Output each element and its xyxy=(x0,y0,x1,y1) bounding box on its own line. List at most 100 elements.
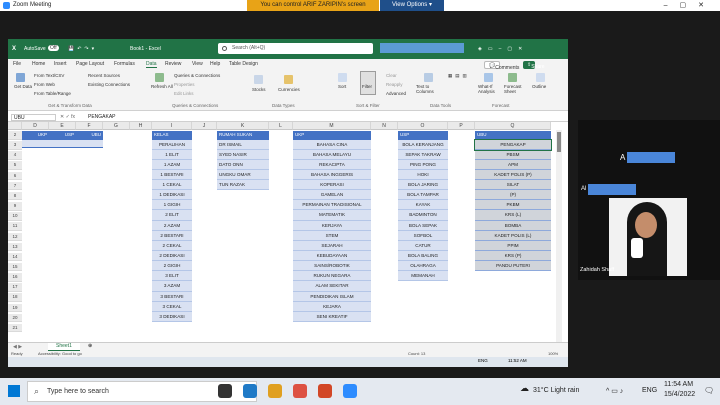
sheet-tab-sheet1[interactable]: Sheet1 xyxy=(48,343,80,351)
row-header[interactable]: 5 xyxy=(8,161,22,170)
table-cell[interactable]: PENDIDIKAN ISLAM xyxy=(293,291,371,302)
row-header[interactable]: 10 xyxy=(8,212,22,221)
table-cell[interactable]: 1 GIGIH xyxy=(152,200,192,211)
table-cell[interactable]: GAMELAN xyxy=(293,190,371,201)
participant-video[interactable] xyxy=(609,198,687,276)
currencies-button[interactable]: Currencies xyxy=(278,87,300,92)
table-cell[interactable]: SEJARAH xyxy=(293,240,371,252)
outline-button[interactable]: Outline xyxy=(532,84,546,89)
powerpoint-icon[interactable] xyxy=(318,384,332,398)
reapply-button[interactable]: Reapply xyxy=(386,82,403,87)
vertical-scrollbar[interactable] xyxy=(556,130,562,342)
small-tables-empty-row[interactable] xyxy=(22,139,103,148)
refresh-all-button[interactable]: Refresh All xyxy=(151,84,173,89)
sort-button[interactable]: Sort xyxy=(338,84,346,89)
row-header[interactable]: 7 xyxy=(8,181,22,191)
table-cell[interactable]: DATO ONN xyxy=(217,159,269,170)
edge-icon[interactable] xyxy=(243,384,257,398)
col-header[interactable]: H xyxy=(130,122,152,130)
col-header[interactable]: P xyxy=(448,122,475,130)
text-to-columns-button[interactable]: Text to Columns xyxy=(416,84,438,94)
table-cell[interactable]: KEBUDAYAAN xyxy=(293,251,371,262)
row-header[interactable]: 13 xyxy=(8,242,22,252)
forecast-sheet-button[interactable]: Forecast Sheet xyxy=(504,84,526,94)
table-cell[interactable]: KRS (P) xyxy=(475,251,551,262)
col-header[interactable]: N xyxy=(371,122,398,130)
table-cell[interactable]: OLAHRAGA xyxy=(398,261,448,272)
chrome-icon[interactable] xyxy=(293,384,307,398)
col-header[interactable]: L xyxy=(269,122,293,130)
table-cell[interactable]: ALAM SEKITAR xyxy=(293,281,371,292)
table-cell[interactable]: SILAT xyxy=(475,180,551,191)
search-box[interactable]: Search (Alt+Q) xyxy=(218,43,373,54)
col-header[interactable]: G xyxy=(103,122,130,130)
title-icons[interactable]: ◈▭–▢✕ xyxy=(478,46,528,52)
tab-file[interactable]: File xyxy=(13,61,21,67)
sheet-nav-arrows[interactable]: ◀ ▶ xyxy=(13,344,22,350)
table-cell[interactable]: 1 BESTARI xyxy=(152,169,192,181)
table-cell[interactable]: SEPAK TAKRAW xyxy=(398,149,448,160)
table-cell[interactable]: 1 ELIT xyxy=(152,149,192,160)
col-header[interactable]: I xyxy=(152,122,192,130)
col-header[interactable]: M xyxy=(293,122,371,130)
weather-text[interactable]: 31°C Light rain xyxy=(533,387,579,394)
table-cell[interactable]: BOLA JARING xyxy=(398,180,448,191)
table-cell[interactable]: 1 AZAM xyxy=(152,159,192,170)
rumah-sukan-header[interactable]: RUMAH SUKAN xyxy=(217,131,269,140)
col-header[interactable]: O xyxy=(398,122,448,130)
table-cell[interactable]: 1 DEDIKASI xyxy=(152,190,192,201)
corner-select-all[interactable] xyxy=(8,122,22,130)
table-cell[interactable]: PANDU PUTERI xyxy=(475,261,551,272)
ubu-header[interactable]: UBU xyxy=(475,131,551,140)
table-cell[interactable]: MATEMATIK xyxy=(293,210,371,221)
queries-connections-button[interactable]: Queries & Connections xyxy=(174,73,220,78)
table-cell[interactable]: BOLA SEPAK xyxy=(398,220,448,231)
from-table-range-button[interactable]: From Table/Range xyxy=(34,91,71,96)
table-cell[interactable]: KOPERASI xyxy=(293,180,371,191)
row-header[interactable]: 14 xyxy=(8,252,22,262)
worksheet-grid[interactable]: D E F G H I J K L M N O P Q 2 3 4 5 6 7 8 9 10 11… xyxy=(8,122,568,342)
table-cell[interactable]: SENI KREATIF xyxy=(293,311,371,323)
zoom-icon[interactable] xyxy=(343,384,357,398)
table-cell[interactable]: UNGKU OMAR xyxy=(217,169,269,181)
add-sheet-button[interactable]: ⊕ xyxy=(88,343,92,349)
table-cell[interactable]: BOLA KERANJANG xyxy=(398,139,448,150)
table-cell[interactable]: KEJARA xyxy=(293,301,371,312)
row-header[interactable]: 8 xyxy=(8,191,22,201)
table-cell[interactable]: KRS (L) xyxy=(475,210,551,221)
table-cell[interactable]: KAYAK xyxy=(398,200,448,211)
tab-table-design[interactable]: Table Design xyxy=(229,61,258,67)
stocks-button[interactable]: Stocks xyxy=(252,87,266,92)
tray-icons[interactable]: ^ ▭ ♪ xyxy=(606,387,623,395)
window-controls[interactable]: –▢✕ xyxy=(664,1,716,9)
table-cell[interactable]: 3 AZAM xyxy=(152,281,192,292)
ukp-header[interactable]: UKP xyxy=(293,131,371,140)
row-header[interactable]: 21 xyxy=(8,323,22,333)
row-header[interactable]: 9 xyxy=(8,202,22,211)
usp-small-header[interactable]: USP xyxy=(49,131,76,140)
get-data-button[interactable]: Get Data xyxy=(14,84,32,89)
zoom-level[interactable]: 100% xyxy=(548,351,558,356)
col-header[interactable]: D xyxy=(22,122,49,130)
recent-sources-button[interactable]: Recent Sources xyxy=(88,73,120,78)
row-header[interactable]: 12 xyxy=(8,232,22,241)
table-cell[interactable]: DR ISMAIL xyxy=(217,139,269,150)
view-options-button[interactable]: View Options ▾ xyxy=(380,0,444,11)
language-indicator[interactable]: ENG xyxy=(642,387,657,394)
table-cell[interactable]: PING PONG xyxy=(398,159,448,170)
table-cell[interactable]: 2 AZAM xyxy=(152,220,192,231)
table-cell[interactable]: 2 DEDIKASI xyxy=(152,251,192,262)
table-cell[interactable]: SAINS/ROBOTIK xyxy=(293,261,371,272)
tab-review[interactable]: Review xyxy=(165,61,181,67)
what-if-button[interactable]: What-If Analysis xyxy=(478,84,502,94)
data-tools-icons[interactable]: ▦▤▥ xyxy=(448,73,470,79)
col-header[interactable]: Q xyxy=(475,122,551,130)
col-header[interactable]: K xyxy=(217,122,269,130)
table-cell[interactable]: 2 BESTARI xyxy=(152,230,192,241)
from-text-csv-button[interactable]: From Text/CSV xyxy=(34,73,64,78)
row-header[interactable]: 4 xyxy=(8,151,22,160)
row-header[interactable]: 17 xyxy=(8,283,22,292)
table-cell[interactable]: 2 CEKAL xyxy=(152,240,192,252)
clock-time[interactable]: 11:54 AM xyxy=(664,381,693,388)
row-header[interactable]: 16 xyxy=(8,273,22,282)
